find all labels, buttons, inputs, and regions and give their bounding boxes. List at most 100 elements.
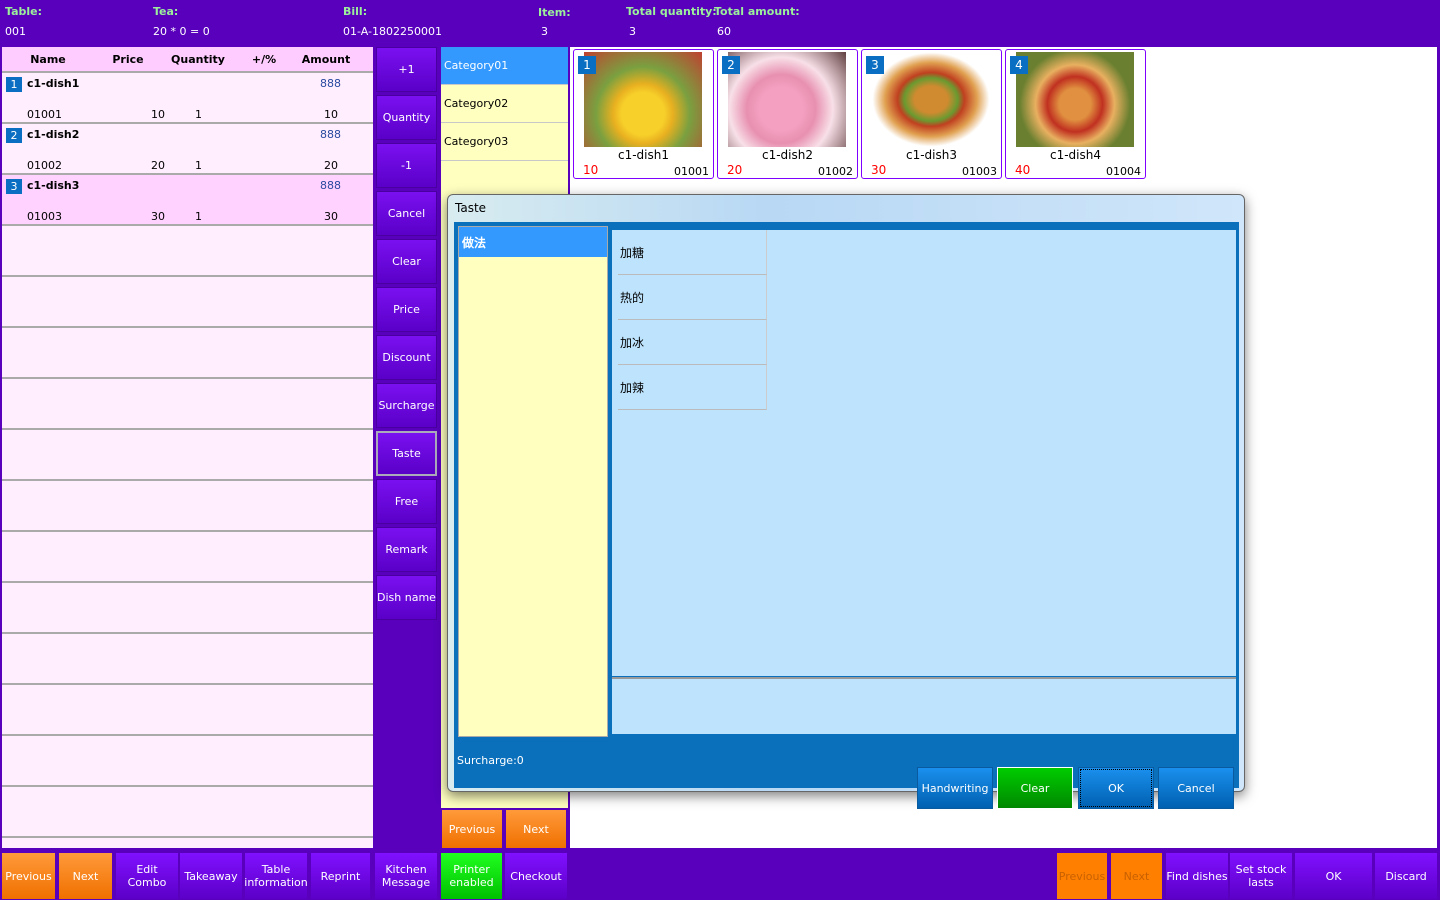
taste-group-list: 做法	[458, 226, 608, 737]
bottom-reprint-button[interactable]: Reprint	[311, 853, 370, 899]
dish-number-badge: 2	[722, 56, 740, 74]
order-row[interactable]	[2, 277, 373, 328]
order-row[interactable]	[2, 685, 373, 736]
dish-card[interactable]: 1 c1-dish1 10 01001	[573, 49, 714, 179]
bottom-next-button[interactable]: Next	[59, 853, 112, 899]
bottom-previous-button[interactable]: Previous	[2, 853, 55, 899]
bottom-table-information-button[interactable]: Table information	[244, 853, 308, 899]
bottom-printer-enabled-button[interactable]: Printer enabled	[441, 853, 502, 899]
order-row[interactable]	[2, 634, 373, 685]
order-row[interactable]	[2, 736, 373, 787]
bottom-checkout-button[interactable]: Checkout	[505, 853, 567, 899]
category-previous-button[interactable]: Previous	[442, 810, 502, 848]
dialog-cancel-button[interactable]: Cancel	[1158, 767, 1234, 809]
taste-option[interactable]: 加冰	[618, 320, 767, 365]
category-item[interactable]: Category03	[441, 123, 568, 161]
dish-image	[584, 52, 702, 147]
dish-card[interactable]: 3 c1-dish3 30 01003	[861, 49, 1002, 179]
row-code: 01003	[27, 210, 62, 223]
dialog-ok-button[interactable]: OK	[1078, 767, 1154, 809]
item-value: 3	[541, 25, 548, 38]
row-code: 01001	[27, 108, 62, 121]
dish-code: 01001	[674, 165, 709, 178]
order-row[interactable]	[2, 379, 373, 430]
bottom-right-ok-button[interactable]: OK	[1295, 853, 1372, 899]
col-price: Price	[112, 52, 144, 66]
total-amount-value: 60	[717, 25, 731, 38]
order-row[interactable]	[2, 328, 373, 379]
tea-label: Tea:	[153, 5, 179, 18]
row-quantity: 1	[195, 159, 202, 172]
bottom-right-next-button[interactable]: Next	[1111, 853, 1162, 899]
dish-card[interactable]: 2 c1-dish2 20 01002	[717, 49, 858, 179]
taste-option[interactable]: 加糖	[618, 230, 767, 275]
bill-value: 01-A-1802250001	[343, 25, 442, 38]
function-free-button[interactable]: Free	[376, 479, 437, 524]
dish-image	[728, 52, 846, 147]
function-price-button[interactable]: Price	[376, 287, 437, 332]
dish-name: c1-dish3	[905, 148, 957, 162]
function-quantity-button[interactable]: Quantity	[376, 95, 437, 140]
dish-image	[872, 52, 990, 147]
category-next-button[interactable]: Next	[506, 810, 566, 848]
dish-card[interactable]: 4 c1-dish4 40 01004	[1005, 49, 1146, 179]
row-price: 10	[151, 108, 165, 121]
function-cancel-button[interactable]: Cancel	[376, 191, 437, 236]
dish-image	[1016, 52, 1134, 147]
order-row[interactable]	[2, 787, 373, 838]
bottom-kitchen-message-button[interactable]: Kitchen Message	[375, 853, 437, 899]
category-item[interactable]: Category02	[441, 85, 568, 123]
col-name: Name	[30, 52, 66, 66]
bottom-edit-combo-button[interactable]: Edit Combo	[116, 853, 178, 899]
dish-number-badge: 1	[578, 56, 596, 74]
taste-option[interactable]: 热的	[618, 275, 767, 320]
row-amount: 30	[324, 210, 338, 223]
function-discount-button[interactable]: Discount	[376, 335, 437, 380]
function--1-button[interactable]: +1	[376, 47, 437, 92]
order-row[interactable]: 1 c1-dish1 888 01001 10 1 10	[2, 73, 373, 124]
function-taste-button[interactable]: Taste	[376, 431, 437, 476]
bottom-right-find-dishes-button[interactable]: Find dishes	[1166, 853, 1228, 899]
order-row[interactable]: 2 c1-dish2 888 01002 20 1 20	[2, 124, 373, 175]
order-table-header: Name Price Quantity +/% Amount	[2, 47, 373, 73]
taste-option[interactable]: 加辣	[618, 365, 767, 410]
dialog-title: Taste	[455, 201, 487, 215]
row-extra: 888	[320, 128, 341, 141]
col-amount: Amount	[301, 52, 351, 66]
row-extra: 888	[320, 179, 341, 192]
taste-input-area[interactable]	[612, 677, 1236, 734]
bottom-right-previous-button[interactable]: Previous	[1057, 853, 1107, 899]
function-remark-button[interactable]: Remark	[376, 527, 437, 572]
function-dish-name-button[interactable]: Dish name	[376, 575, 437, 620]
bottom-takeaway-button[interactable]: Takeaway	[180, 853, 242, 899]
function-surcharge-button[interactable]: Surcharge	[376, 383, 437, 428]
total-quantity-value: 3	[629, 25, 636, 38]
order-row[interactable]	[2, 430, 373, 481]
row-quantity: 1	[195, 108, 202, 121]
row-price: 20	[151, 159, 165, 172]
row-extra: 888	[320, 77, 341, 90]
bottom-right-discard-button[interactable]: Discard	[1375, 853, 1437, 899]
dialog-clear-button[interactable]: Clear	[997, 767, 1073, 809]
bottom-right-set-stock-lasts-button[interactable]: Set stock lasts	[1230, 853, 1292, 899]
function-clear-button[interactable]: Clear	[376, 239, 437, 284]
order-row[interactable]	[2, 481, 373, 532]
order-row[interactable]: 3 c1-dish3 888 01003 30 1 30	[2, 175, 373, 226]
col-quantity: Quantity	[171, 52, 225, 66]
order-row[interactable]	[2, 226, 373, 277]
dish-price: 40	[1015, 163, 1031, 177]
row-number-badge: 3	[6, 179, 22, 194]
handwriting-button[interactable]: Handwriting	[917, 767, 993, 809]
dish-price: 20	[727, 163, 743, 177]
dish-name: c1-dish2	[761, 148, 813, 162]
function--1-button[interactable]: -1	[376, 143, 437, 188]
order-row[interactable]	[2, 583, 373, 634]
row-price: 30	[151, 210, 165, 223]
dish-code: 01004	[1106, 165, 1141, 178]
order-row[interactable]	[2, 532, 373, 583]
table-value: 001	[5, 25, 26, 38]
taste-group-item[interactable]: 做法	[459, 227, 607, 257]
order-table: Name Price Quantity +/% Amount 1 c1-dish1…	[2, 47, 373, 848]
dialog-body: 做法 加糖 热的 加冰 加辣 Surcharge:0 Handwriting Clea…	[454, 222, 1239, 809]
category-item[interactable]: Category01	[441, 47, 568, 85]
